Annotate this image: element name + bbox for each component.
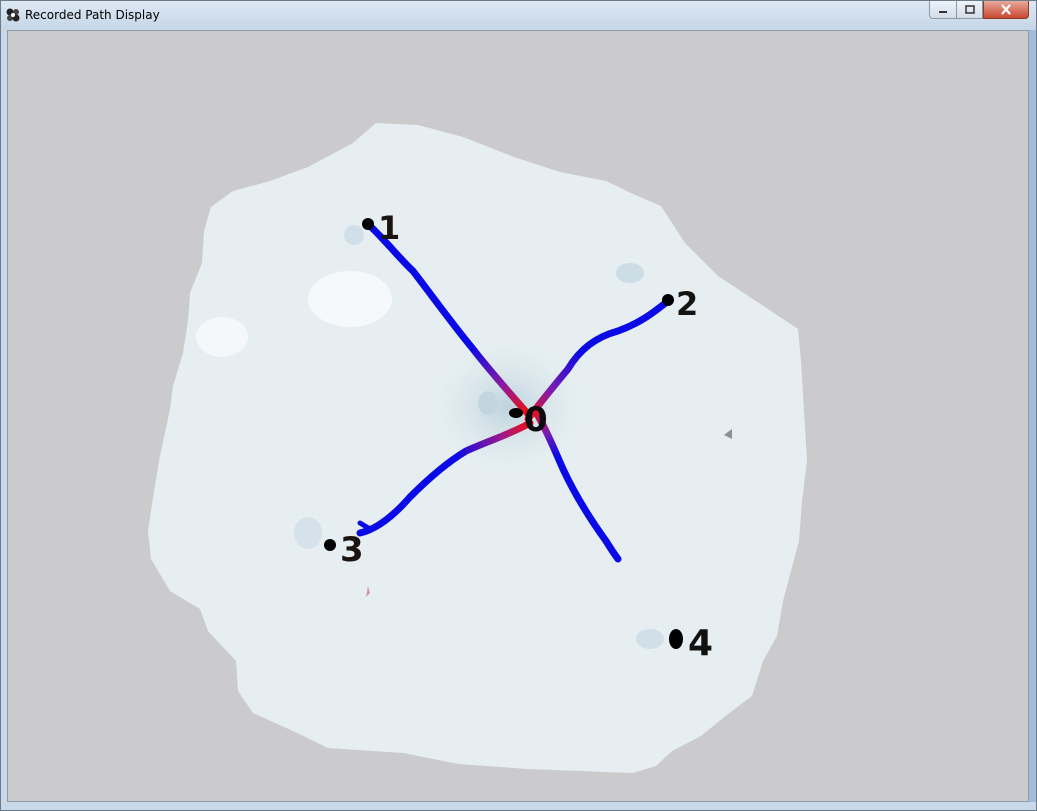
marker-label-3: 3 xyxy=(340,530,364,570)
maximize-button[interactable] xyxy=(956,1,983,19)
path-display-canvas[interactable]: 0 1 2 3 4 xyxy=(7,30,1029,802)
caption-buttons xyxy=(929,1,1029,21)
marker-label-4: 4 xyxy=(688,623,713,664)
close-button[interactable] xyxy=(983,1,1029,19)
close-icon xyxy=(1001,4,1011,15)
minimize-button[interactable] xyxy=(929,1,956,19)
window-title: Recorded Path Display xyxy=(25,8,160,22)
marker-label-2: 2 xyxy=(676,285,698,323)
app-window: Recorded Path Display 0 1 2 3 4 xyxy=(0,0,1037,811)
minimize-icon xyxy=(939,10,947,13)
marker-label-0: 0 xyxy=(524,400,548,440)
maximize-icon xyxy=(964,5,975,14)
window-right-border xyxy=(1029,30,1036,802)
app-icon xyxy=(5,7,21,23)
title-bar[interactable]: Recorded Path Display xyxy=(1,1,1036,29)
marker-label-1: 1 xyxy=(378,209,400,247)
